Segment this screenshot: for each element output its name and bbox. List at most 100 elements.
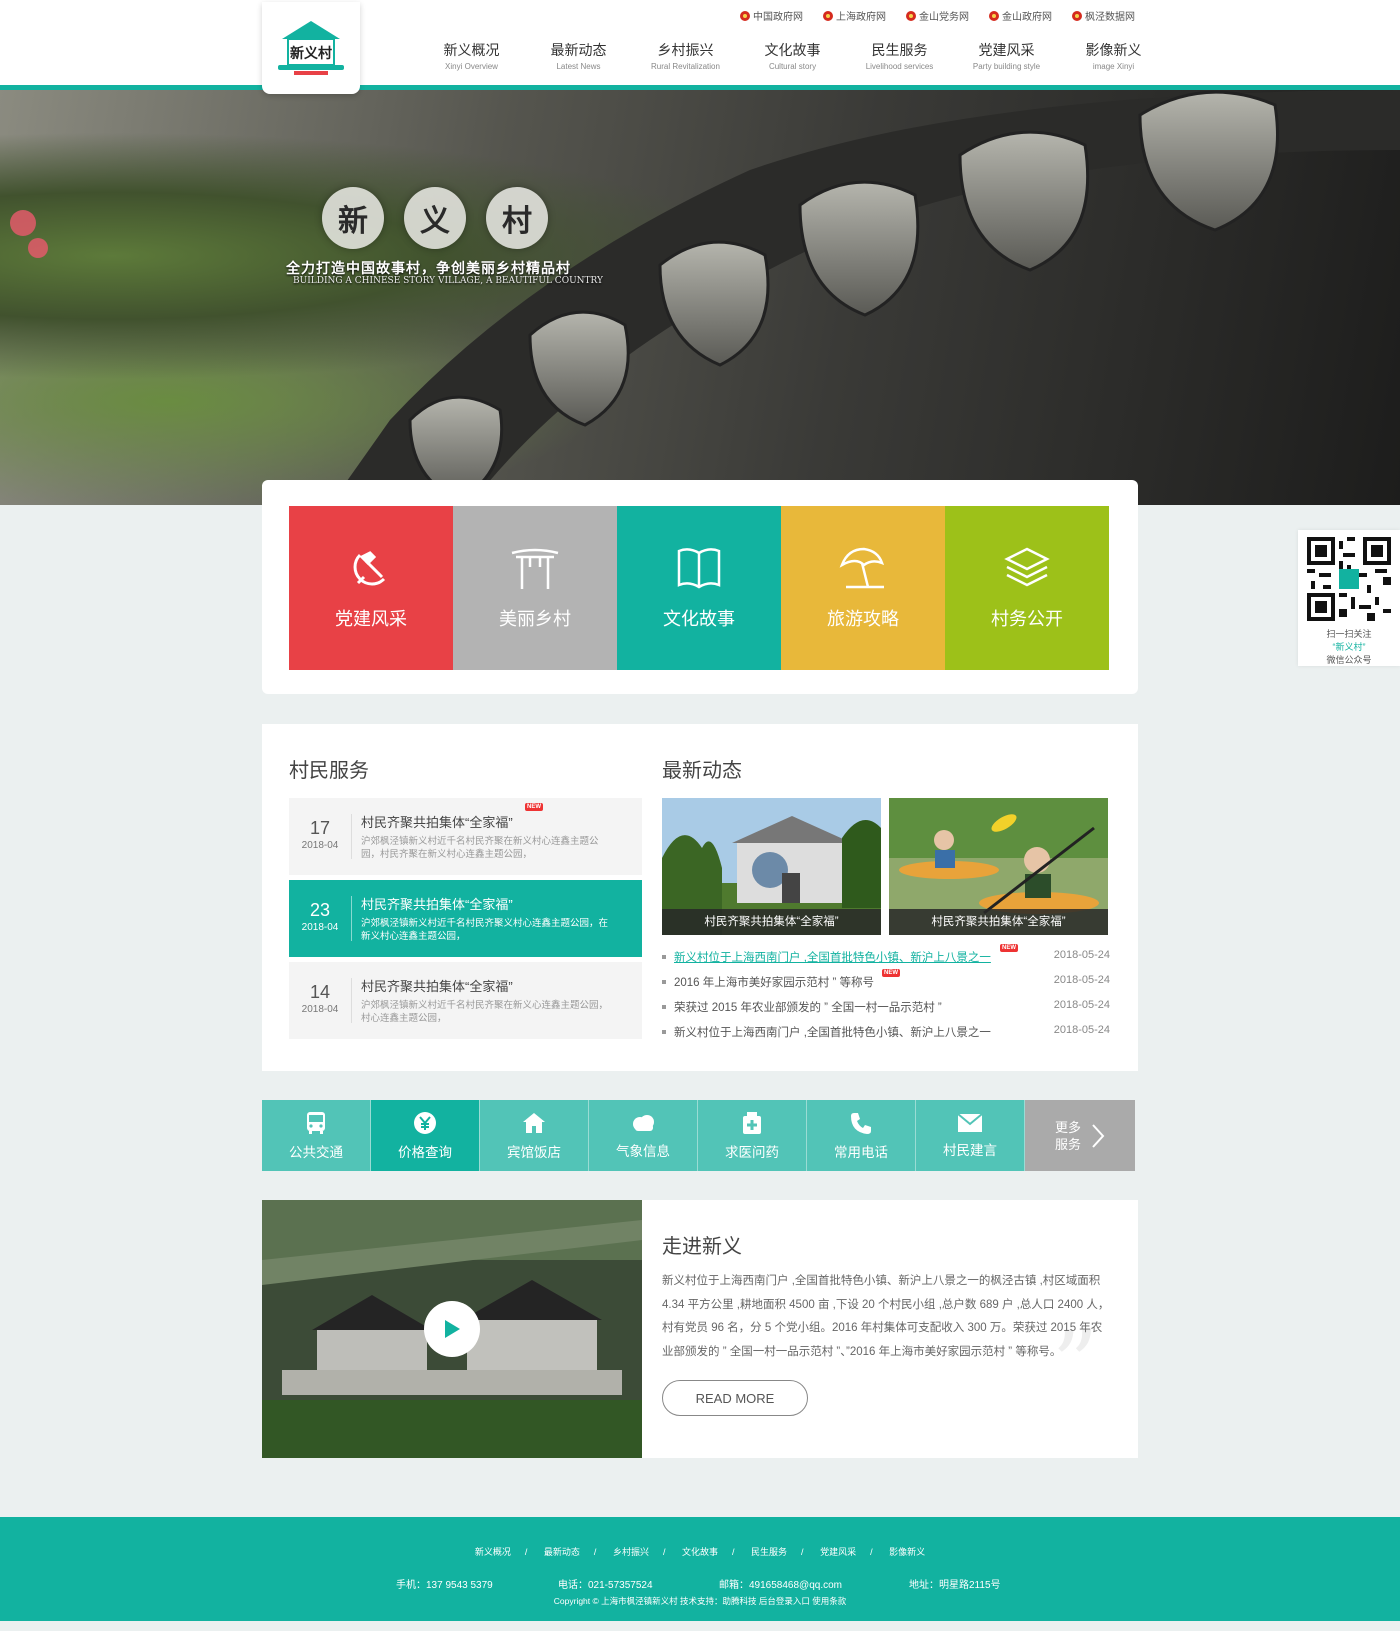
footer-copyright: Copyright © 上海市枫泾镇新义村 技术支持：助腾科技 后台登录入口 使… [553, 1596, 847, 1606]
news-image-card[interactable]: 村民齐聚共拍集体“全家福” [662, 798, 881, 935]
mail-icon [957, 1112, 983, 1132]
new-badge: NEW [882, 969, 900, 977]
service-item[interactable]: 14 2018-04 村民齐聚共拍集体“全家福” 沪郊枫泾镇新义村近千名村民齐聚… [289, 962, 642, 1039]
bullet-icon [662, 955, 666, 959]
footer-link[interactable]: 文化故事 [682, 1547, 718, 1557]
yen-icon [414, 1111, 436, 1134]
play-icon [445, 1320, 460, 1338]
new-badge: NEW [1000, 944, 1018, 952]
read-more-button[interactable]: READ MORE [662, 1380, 808, 1416]
footer-email: 邮箱：491658468@qq.com [719, 1580, 842, 1591]
book-icon [677, 548, 721, 589]
layers-icon [1004, 547, 1050, 587]
nav-item-party[interactable]: 党建风采 Party building style [953, 40, 1060, 71]
about-text: 新义村位于上海西南门户 ,全国首批特色小镇、新沪上八景之一的枫泾古镇 ,村区域面… [662, 1275, 1110, 1358]
nav-item-culture[interactable]: 文化故事 Cultural story [739, 40, 846, 71]
hammer-sickle-icon [353, 551, 386, 586]
top-link[interactable]: 金山政府网 [989, 8, 1052, 23]
footer-mobile: 手机：137 9543 5379 [396, 1580, 493, 1591]
title-char: 新 [322, 187, 384, 249]
top-link[interactable]: 上海政府网 [823, 8, 886, 23]
hero-banner: 新 义 村 全力打造中国故事村，争创美丽乡村精品村 BUILDING A CHI… [0, 90, 1400, 505]
beach-umbrella-icon [839, 547, 885, 589]
bus-icon [307, 1111, 325, 1134]
tile-culture-story[interactable]: 文化故事 [617, 506, 781, 670]
news-list-item[interactable]: 荣获过 2015 年农业部颁发的 ” 全国一村一品示范村 ” 2018-05-2… [662, 998, 1110, 1023]
quick-service-bar: 公共交通 价格查询 宾馆饭店 气象信息 求医问药 常用电话 村民建言 更多 服务 [262, 1100, 1138, 1171]
footer-nav: 新义概况 / 最新动态 / 乡村振兴 / 文化故事 / 民生服务 / 党建风采 / 影像新义 [474, 1547, 926, 1557]
footer-link[interactable]: 党建风采 [820, 1547, 856, 1557]
svg-text:新义村: 新义村 [290, 45, 332, 62]
medicine-icon [743, 1111, 761, 1134]
nav-item-revitalization[interactable]: 乡村振兴 Rural Revitalization [632, 40, 739, 71]
national-emblem-icon [740, 10, 750, 21]
news-list-item[interactable]: 新义村位于上海西南门户 ,全国首批特色小镇、新沪上八景之一 2018-05-24 [662, 1023, 1110, 1048]
tile-party-building[interactable]: 党建风采 [289, 506, 453, 670]
footer-link[interactable]: 乡村振兴 [613, 1547, 649, 1557]
bullet-icon [662, 1030, 666, 1034]
logo-house-icon: 新义村 [278, 21, 344, 75]
national-emblem-icon [989, 10, 999, 21]
site-footer: 新义概况 / 最新动态 / 乡村振兴 / 文化故事 / 民生服务 / 党建风采 / 影像新义… [0, 1517, 1400, 1621]
main-nav: 新义概况 Xinyi Overview 最新动态 Latest News 乡村振兴 R… [418, 40, 1167, 71]
footer-link[interactable]: 新义概况 [475, 1547, 511, 1557]
national-emblem-icon [823, 10, 833, 21]
national-emblem-icon [906, 10, 916, 21]
flower-decoration [10, 210, 36, 236]
top-link[interactable]: 中国政府网 [740, 8, 803, 23]
hotel-icon [523, 1112, 545, 1133]
site-header: 新义村 中国政府网 上海政府网 金山党务网 金山政府网 枫泾数据网 新义概况 Xi… [0, 0, 1400, 94]
services-title: 村民服务 [289, 760, 369, 782]
village-title: 新 义 村 [322, 187, 548, 249]
footer-link[interactable]: 最新动态 [544, 1547, 580, 1557]
divider [351, 978, 352, 1023]
chevron-right-icon [1092, 1123, 1105, 1148]
site-logo[interactable]: 新义村 [262, 2, 360, 94]
footer-address: 地址：明星路2115号 [909, 1580, 1001, 1591]
tile-travel-guide[interactable]: 旅游攻略 [781, 506, 945, 670]
tile-village-affairs[interactable]: 村务公开 [945, 506, 1109, 670]
village-aerial-video[interactable] [262, 1200, 642, 1458]
roof-tiles-image [330, 90, 1400, 505]
service-item-active[interactable]: 23 2018-04 村民齐聚共拍集体“全家福” 沪郊枫泾镇新义村近千名村民齐聚… [289, 880, 642, 957]
flower-decoration [28, 238, 48, 258]
service-price[interactable]: 价格查询 [371, 1100, 480, 1171]
service-hotel[interactable]: 宾馆饭店 [480, 1100, 589, 1171]
nav-item-news[interactable]: 最新动态 Latest News [525, 40, 632, 71]
nav-item-images[interactable]: 影像新义 image Xinyi [1060, 40, 1167, 71]
service-bus[interactable]: 公共交通 [262, 1100, 371, 1171]
top-link[interactable]: 金山党务网 [906, 8, 969, 23]
services-news-card: 村民服务 最新动态 17 2018-04 村民齐聚共拍集体“全家福” NEW 沪… [262, 724, 1138, 1071]
about-section: 走进新义 ” 新义村位于上海西南门户 ,全国首批特色小镇、新沪上八景之一的枫泾古… [262, 1200, 1138, 1458]
more-services-button[interactable]: 更多 服务 [1025, 1100, 1135, 1171]
footer-phone: 电话：021-57357524 [558, 1580, 653, 1591]
service-weather[interactable]: 气象信息 [589, 1100, 698, 1171]
wechat-qr-widget[interactable]: 扫一扫关注 “新义村” 微信公众号 [1298, 530, 1400, 666]
top-link[interactable]: 枫泾数据网 [1072, 8, 1135, 23]
category-card: 党建风采 美丽乡村 文化故事 旅游攻略 村务公开 [262, 480, 1138, 694]
about-title: 走进新义 [662, 1236, 742, 1258]
service-medical[interactable]: 求医问药 [698, 1100, 807, 1171]
archway-icon [511, 548, 559, 589]
gov-links: 中国政府网 上海政府网 金山党务网 金山政府网 枫泾数据网 [740, 8, 1135, 23]
footer-link[interactable]: 影像新义 [889, 1547, 925, 1557]
tile-beautiful-village[interactable]: 美丽乡村 [453, 506, 617, 670]
footer-link[interactable]: 民生服务 [751, 1547, 787, 1557]
play-button[interactable] [424, 1301, 480, 1357]
weather-icon [633, 1114, 654, 1131]
divider [351, 814, 352, 859]
news-image-card[interactable]: 村民齐聚共拍集体“全家福” [889, 798, 1108, 935]
nav-item-overview[interactable]: 新义概况 Xinyi Overview [418, 40, 525, 71]
category-tiles: 党建风采 美丽乡村 文化故事 旅游攻略 村务公开 [289, 506, 1109, 670]
phone-icon [851, 1112, 871, 1134]
news-title: 最新动态 [662, 760, 742, 782]
qr-code-icon [1307, 537, 1391, 621]
service-suggestion[interactable]: 村民建言 [916, 1100, 1025, 1171]
news-list-item[interactable]: 2016 年上海市美好家园示范村 ” 等称号 NEW 2018-05-24 [662, 969, 1110, 998]
news-list: 新义村位于上海西南门户 ,全国首批特色小镇、新沪上八景之一 NEW 2018-0… [662, 944, 1110, 1048]
nav-item-livelihood[interactable]: 民生服务 Livelihood services [846, 40, 953, 71]
service-phone[interactable]: 常用电话 [807, 1100, 916, 1171]
banner-slogan-en: BUILDING A CHINESE STORY VILLAGE, A BEAU… [293, 276, 603, 286]
banner-slogan: 全力打造中国故事村，争创美丽乡村精品村 [286, 261, 571, 277]
service-item[interactable]: 17 2018-04 村民齐聚共拍集体“全家福” NEW 沪郊枫泾镇新义村近千名… [289, 798, 642, 875]
